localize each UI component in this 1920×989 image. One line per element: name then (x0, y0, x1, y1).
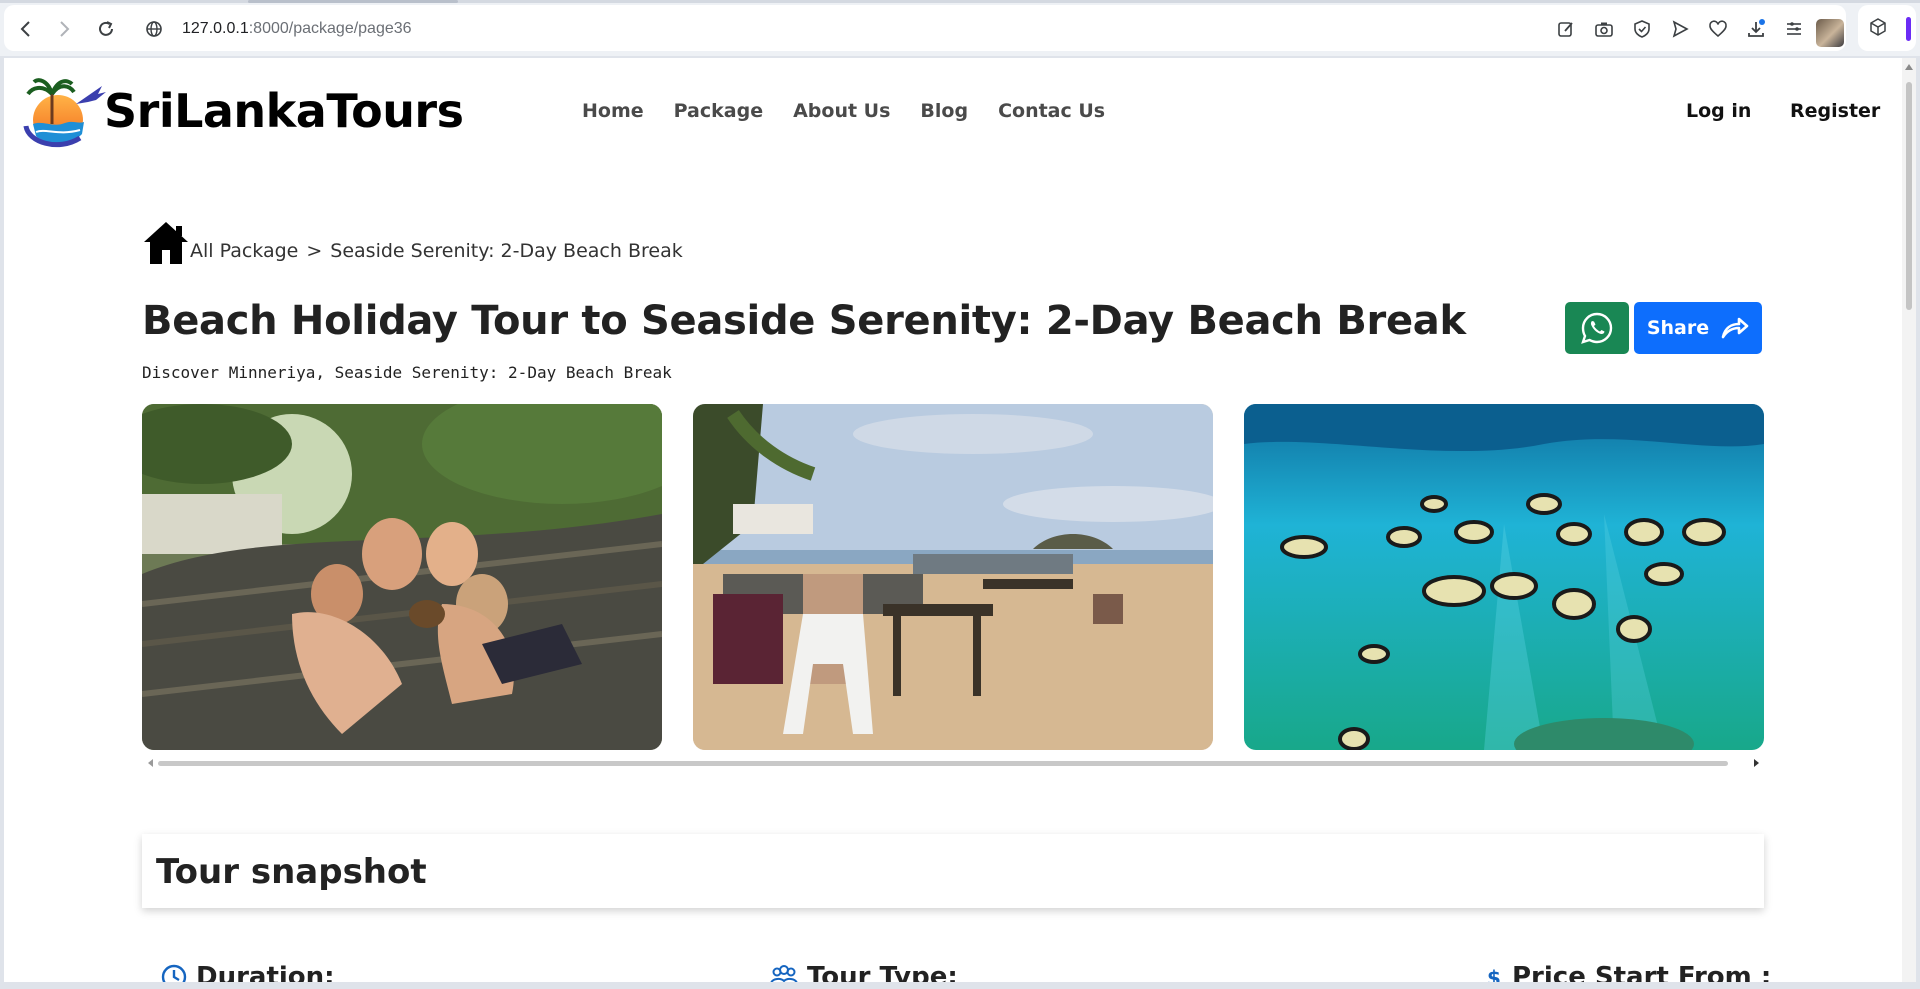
share-label: Share (1646, 317, 1710, 339)
back-icon[interactable] (16, 19, 36, 39)
whatsapp-button[interactable] (1565, 302, 1629, 354)
url-text[interactable]: 127.0.0.1:8000/package/page36 (182, 20, 412, 38)
shield-check-icon[interactable] (1632, 19, 1654, 41)
nav-blog[interactable]: Blog (920, 100, 968, 122)
beach-restaurant-photo (693, 404, 1213, 750)
browser-chrome: 127.0.0.1:8000/package/page36 (0, 0, 1920, 56)
scroll-thumb[interactable] (158, 761, 1728, 766)
login-link[interactable]: Log in (1686, 100, 1751, 122)
breadcrumb-current: Seaside Serenity: 2-Day Beach Break (330, 240, 683, 262)
svg-text:$: $ (1487, 966, 1501, 982)
forward-icon[interactable] (54, 19, 74, 39)
tour-type-fact: Tour Type: (769, 962, 958, 982)
tour-snapshot-card: Tour snapshot (142, 834, 1764, 908)
brand-name[interactable]: SriLankaTours (104, 84, 464, 138)
web-page: SriLankaTours Home Package About Us Blog… (4, 58, 1902, 982)
nav-about-us[interactable]: About Us (793, 100, 890, 122)
page-scroll-thumb[interactable] (1906, 82, 1912, 310)
underwater-fish-photo (1244, 404, 1764, 750)
group-icon (770, 965, 798, 982)
gallery-scrollbar[interactable] (142, 756, 1764, 770)
scroll-up-icon[interactable] (1905, 64, 1913, 70)
duration-label: Duration: (196, 962, 335, 982)
nav-contact-us[interactable]: Contac Us (998, 100, 1105, 122)
sidebar-indicator (1906, 17, 1911, 41)
main-nav: Home Package About Us Blog Contac Us (582, 100, 1135, 122)
page-title: Beach Holiday Tour to Seaside Serenity: … (142, 298, 1466, 344)
nav-home[interactable]: Home (582, 100, 644, 122)
duration-fact: Duration: (160, 962, 335, 982)
page-scrollbar[interactable] (1902, 58, 1916, 982)
reload-icon[interactable] (96, 19, 116, 39)
edit-icon[interactable] (1556, 19, 1578, 41)
gallery-image-family-hammock[interactable] (142, 404, 662, 750)
clock-icon (161, 964, 187, 982)
address-bar[interactable]: 127.0.0.1:8000/package/page36 (4, 5, 1846, 51)
nav-package[interactable]: Package (674, 100, 763, 122)
tour-type-label: Tour Type: (807, 962, 958, 982)
heart-icon[interactable] (1708, 19, 1730, 41)
window-bottom-edge (0, 982, 1920, 989)
camera-icon[interactable] (1594, 19, 1616, 41)
download-icon[interactable] (1746, 19, 1768, 41)
whatsapp-icon (1581, 312, 1613, 344)
cube-icon[interactable] (1868, 17, 1890, 39)
menu-lines-icon[interactable] (1784, 19, 1806, 41)
url-host: 127.0.0.1 (182, 20, 249, 37)
gallery-image-underwater-fish[interactable] (1244, 404, 1764, 750)
photo-gallery (142, 404, 1764, 750)
dollar-icon: $ (1487, 966, 1501, 982)
breadcrumb-separator: > (306, 240, 323, 262)
url-path: :8000/package/page36 (248, 20, 412, 37)
page-subtitle: Discover Minneriya, Seaside Serenity: 2-… (142, 363, 672, 382)
site-info-icon[interactable] (144, 19, 164, 39)
share-button[interactable]: Share (1634, 302, 1762, 354)
scroll-right-icon[interactable] (1754, 759, 1759, 767)
share-arrow-icon (1721, 317, 1749, 339)
scroll-left-icon[interactable] (148, 759, 153, 767)
snapshot-heading: Tour snapshot (156, 852, 427, 892)
active-tab-indicator (248, 0, 458, 3)
price-fact: $ Price Start From : (1484, 962, 1771, 982)
brand-logo-icon[interactable] (18, 76, 108, 148)
breadcrumb-all-package[interactable]: All Package (190, 240, 298, 262)
home-icon[interactable] (142, 220, 190, 264)
profile-avatar[interactable] (1816, 19, 1844, 47)
price-label: Price Start From : (1512, 962, 1772, 982)
gallery-image-beach-restaurant[interactable] (693, 404, 1213, 750)
register-link[interactable]: Register (1790, 100, 1880, 122)
breadcrumb: All Package > Seaside Serenity: 2-Day Be… (142, 220, 683, 264)
family-in-hammock-photo (142, 404, 662, 750)
send-icon[interactable] (1670, 19, 1692, 41)
